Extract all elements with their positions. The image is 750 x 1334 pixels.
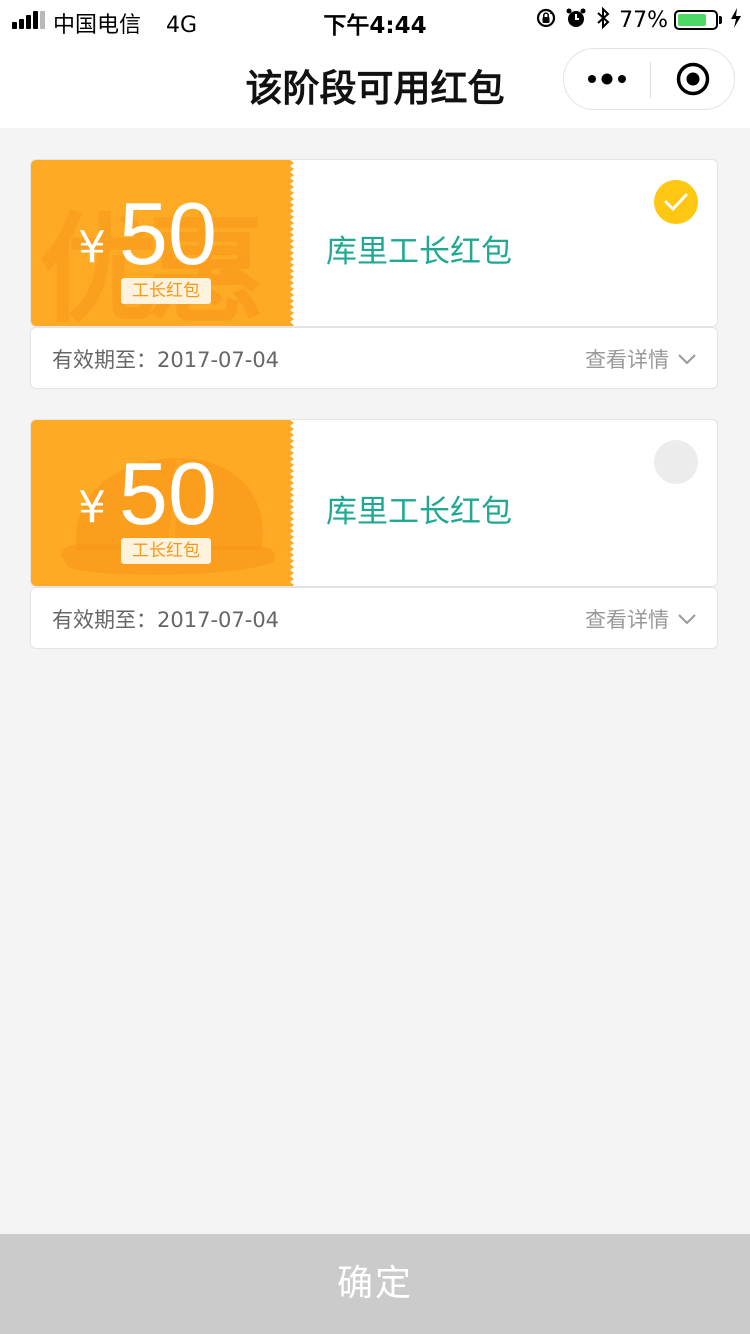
coupon-value-panel: ¥ 50 工长红包 bbox=[31, 420, 299, 586]
view-details-label: 查看详情 bbox=[585, 608, 669, 632]
coupon-type-tag: 工长红包 bbox=[121, 278, 211, 304]
validity-date: 有效期至：2017-07-04 bbox=[52, 348, 280, 372]
coupon-type-tag: 工长红包 bbox=[121, 538, 211, 564]
more-dots-icon bbox=[588, 73, 626, 85]
bluetooth-icon bbox=[595, 6, 611, 34]
coupon-footer: 有效期至：2017-07-04 查看详情 bbox=[30, 327, 718, 389]
battery-cap bbox=[719, 16, 722, 24]
chevron-down-icon bbox=[678, 614, 696, 625]
coupon-card[interactable]: ¥ 50 工长红包 库里工长红包 有效期至：2017-07-04 查看详情 bbox=[30, 419, 718, 649]
selected-checkbox[interactable] bbox=[654, 180, 698, 224]
charging-icon bbox=[730, 7, 742, 33]
coupon-value-panel: 优惠 ¥ 50 工长红包 bbox=[31, 160, 299, 326]
close-target-icon bbox=[676, 62, 710, 96]
close-button[interactable] bbox=[651, 49, 735, 109]
unselected-checkbox[interactable] bbox=[654, 440, 698, 484]
zigzag-edge bbox=[290, 420, 299, 586]
coupon-card[interactable]: 优惠 ¥ 50 工长红包 库里工长红包 有效期至：2017-07-04 查看详情 bbox=[30, 159, 718, 389]
battery-level bbox=[678, 14, 706, 26]
chevron-down-icon bbox=[678, 354, 696, 365]
currency-symbol: ¥ bbox=[78, 222, 106, 273]
checkmark-icon bbox=[664, 193, 688, 211]
alarm-icon bbox=[565, 7, 587, 33]
more-button[interactable] bbox=[564, 49, 650, 109]
status-bar: 中国电信 4G 下午4:44 77% bbox=[0, 0, 750, 40]
coupon-name: 库里工长红包 bbox=[326, 234, 512, 270]
validity-date: 有效期至：2017-07-04 bbox=[52, 608, 280, 632]
coupon-amount: 50 bbox=[119, 184, 217, 283]
view-details-link[interactable]: 查看详情 bbox=[585, 344, 697, 374]
battery-icon bbox=[674, 10, 718, 30]
coupon-footer: 有效期至：2017-07-04 查看详情 bbox=[30, 587, 718, 649]
mini-program-capsule bbox=[563, 48, 735, 110]
view-details-link[interactable]: 查看详情 bbox=[585, 604, 697, 634]
coupon-main[interactable]: 优惠 ¥ 50 工长红包 库里工长红包 bbox=[30, 159, 718, 327]
zigzag-edge bbox=[290, 160, 299, 326]
battery-percent: 77% bbox=[619, 7, 668, 33]
status-indicators: 77% bbox=[535, 6, 742, 34]
coupon-amount: 50 bbox=[119, 444, 217, 543]
view-details-label: 查看详情 bbox=[585, 348, 669, 372]
coupon-name: 库里工长红包 bbox=[326, 494, 512, 530]
rotation-lock-icon bbox=[535, 7, 557, 33]
confirm-button[interactable]: 确定 bbox=[0, 1234, 750, 1334]
currency-symbol: ¥ bbox=[78, 482, 106, 533]
navigation-bar: 该阶段可用红包 bbox=[0, 40, 750, 128]
coupon-main[interactable]: ¥ 50 工长红包 库里工长红包 bbox=[30, 419, 718, 587]
